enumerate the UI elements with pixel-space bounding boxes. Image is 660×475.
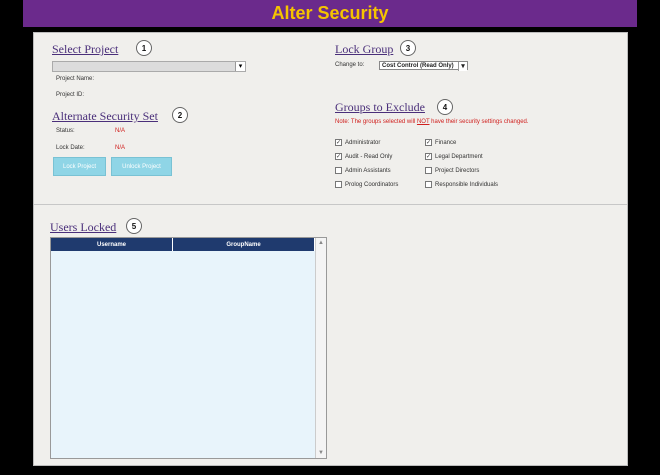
step-badge-4: 4 — [437, 99, 453, 115]
group-checkbox-prolog-coordinators[interactable]: Prolog Coordinators — [335, 181, 398, 188]
groups-exclude-title: Groups to Exclude — [335, 100, 425, 114]
step-badge-1: 1 — [136, 40, 152, 56]
status-value: N/A — [115, 128, 126, 134]
group-checkbox-responsible-individuals[interactable]: Responsible Individuals — [425, 181, 498, 188]
group-label: Audit - Read Only — [345, 153, 393, 160]
project-dropdown[interactable]: ▾ — [52, 61, 246, 72]
group-label: Admin Assistants — [345, 167, 391, 174]
checkbox[interactable] — [335, 167, 342, 174]
project-name-label: Project Name: — [56, 76, 95, 82]
table-scrollbar[interactable]: ▲ ▼ — [315, 238, 326, 458]
scroll-up-icon[interactable]: ▲ — [316, 238, 326, 248]
checkbox[interactable]: ✓ — [425, 139, 432, 146]
chevron-down-icon[interactable]: ▾ — [235, 62, 245, 71]
group-checkbox-legal[interactable]: ✓ Legal Department — [425, 153, 483, 160]
change-to-label: Change to: — [335, 62, 365, 68]
status-label: Status: — [56, 128, 75, 134]
group-label: Finance — [435, 139, 457, 146]
group-label: Prolog Coordinators — [345, 181, 399, 188]
checkbox[interactable] — [425, 181, 432, 188]
checkbox[interactable] — [425, 167, 432, 174]
users-locked-table[interactable]: Username GroupName ▲ ▼ — [50, 237, 327, 459]
scroll-down-icon[interactable]: ▼ — [316, 448, 326, 458]
lock-group-selected: Cost Control (Read Only) — [382, 63, 454, 69]
header-bar: Alter Security — [23, 0, 637, 27]
note-emphasis: NOT — [416, 119, 430, 125]
group-checkbox-finance[interactable]: ✓ Finance — [425, 139, 456, 146]
group-label: Administrator — [345, 139, 381, 146]
lock-date-label: Lock Date: — [56, 145, 85, 151]
checkbox[interactable]: ✓ — [335, 139, 342, 146]
section-divider — [34, 204, 627, 205]
lock-project-button[interactable]: Lock Project — [53, 157, 106, 176]
group-label: Project Directors — [435, 167, 480, 174]
unlock-project-button[interactable]: Unlock Project — [111, 157, 172, 176]
group-label: Legal Department — [435, 153, 483, 160]
group-label: Responsible Individuals — [435, 181, 499, 188]
main-panel: Select Project 1 ▾ Project Name: Project… — [33, 32, 628, 466]
note-suffix: have their security settings changed. — [429, 119, 529, 125]
checkbox[interactable] — [335, 181, 342, 188]
alternate-security-title: Alternate Security Set — [52, 109, 158, 123]
lock-date-value: N/A — [115, 145, 126, 151]
note-prefix: Note: The groups selected will — [335, 119, 417, 125]
step-badge-2: 2 — [172, 107, 188, 123]
users-locked-title: Users Locked — [50, 220, 117, 234]
group-checkbox-audit[interactable]: ✓ Audit - Read Only — [335, 153, 392, 160]
group-checkbox-admin-assistants[interactable]: Admin Assistants — [335, 167, 391, 174]
page-title: Alter Security — [271, 3, 389, 23]
column-header-groupname[interactable]: GroupName — [173, 238, 315, 251]
step-badge-3: 3 — [400, 40, 416, 56]
checkbox[interactable]: ✓ — [335, 153, 342, 160]
project-id-label: Project ID: — [56, 92, 85, 98]
lock-group-title: Lock Group — [335, 42, 394, 56]
column-header-username[interactable]: Username — [51, 238, 173, 251]
exclude-note: Note: The groups selected will NOT have … — [335, 119, 529, 125]
table-header: Username GroupName — [51, 238, 315, 251]
group-checkbox-project-directors[interactable]: Project Directors — [425, 167, 479, 174]
step-badge-5: 5 — [126, 218, 142, 234]
select-project-title: Select Project — [52, 42, 119, 56]
chevron-down-icon[interactable]: ▾ — [458, 62, 467, 71]
lock-group-select[interactable]: Cost Control (Read Only) ▾ — [379, 61, 468, 71]
group-checkbox-administrator[interactable]: ✓ Administrator — [335, 139, 380, 146]
checkbox[interactable]: ✓ — [425, 153, 432, 160]
